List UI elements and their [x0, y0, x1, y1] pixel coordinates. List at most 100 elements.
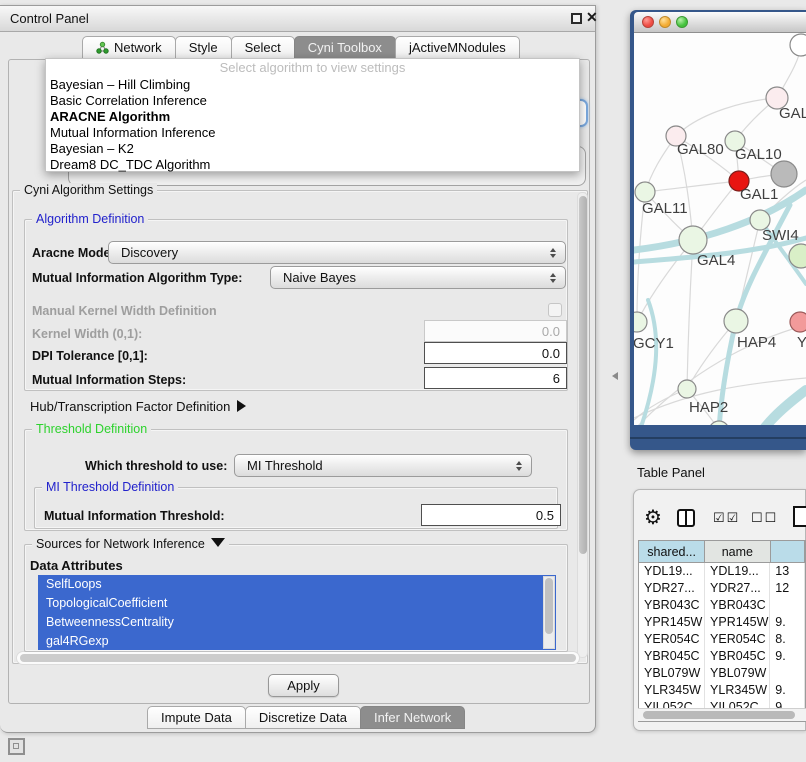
- node-hap2[interactable]: [678, 380, 696, 398]
- list-scroll-thumb[interactable]: [545, 578, 553, 634]
- node-hap4[interactable]: [724, 309, 748, 333]
- float-window-icon[interactable]: [571, 13, 582, 24]
- minimized-panel-icon[interactable]: [8, 738, 25, 755]
- close-traffic-light[interactable]: [642, 16, 654, 28]
- tab-impute-data[interactable]: Impute Data: [147, 706, 246, 729]
- control-panel-tabs: Network Style Select Cyni Toolbox jActiv…: [82, 36, 519, 59]
- mi-steps-label: Mutual Information Steps:: [32, 373, 186, 387]
- attribute-table[interactable]: shared... name YDL19... YDL19... 13 YDR2…: [638, 540, 806, 722]
- node-label: GAL11: [642, 200, 688, 217]
- table-row[interactable]: YBL079W YBL079W: [639, 665, 805, 682]
- node-gal4[interactable]: [679, 226, 707, 254]
- tab-network[interactable]: Network: [82, 36, 176, 59]
- tab-select[interactable]: Select: [231, 36, 295, 59]
- mi-type-select[interactable]: Naive Bayes: [270, 266, 566, 289]
- dropdown-item[interactable]: Bayesian – Hill Climbing: [46, 77, 579, 93]
- mi-type-value: Naive Bayes: [283, 270, 356, 285]
- stepper-icon: [550, 273, 556, 283]
- settings-group-title: Cyni Algorithm Settings: [20, 183, 157, 197]
- dropdown-item[interactable]: Bayesian – K2: [46, 141, 579, 157]
- manual-kernel-label: Manual Kernel Width Definition: [32, 304, 217, 318]
- table-row[interactable]: YBR045C YBR045C 9.: [639, 648, 805, 665]
- node-label: HAP4: [737, 334, 776, 351]
- mi-threshold-input[interactable]: [421, 504, 561, 526]
- window-frame-seam: [630, 437, 806, 439]
- mi-steps-input[interactable]: [424, 367, 567, 389]
- stepper-icon: [516, 461, 522, 471]
- node-label: GAL80: [677, 141, 724, 158]
- close-icon[interactable]: ✕: [586, 9, 598, 26]
- list-item[interactable]: SelfLoops: [38, 575, 556, 594]
- screen: Control Panel ✕ Network Style Select Cyn…: [0, 0, 806, 762]
- column-header[interactable]: shared...: [639, 541, 705, 563]
- list-item[interactable]: BetweennessCentrality: [38, 613, 556, 632]
- table-row[interactable]: YPR145W YPR145W 9.: [639, 614, 805, 631]
- tab-style[interactable]: Style: [175, 36, 232, 59]
- column-header[interactable]: [771, 541, 805, 563]
- collapse-down-icon: [211, 538, 225, 547]
- dropdown-item[interactable]: Basic Correlation Inference: [46, 93, 579, 109]
- stepper-icon: [550, 248, 556, 258]
- expand-right-icon: [237, 400, 246, 412]
- aracne-mode-value: Discovery: [121, 245, 178, 260]
- table-row[interactable]: YDR27... YDR27... 12: [639, 580, 805, 597]
- kernel-width-label: Kernel Width (0,1):: [32, 327, 142, 341]
- dropdown-placeholder: Select algorithm to view settings: [46, 59, 579, 77]
- table-row[interactable]: YBR043C YBR043C: [639, 597, 805, 614]
- dropdown-item-selected[interactable]: ARACNE Algorithm: [46, 109, 579, 125]
- node-label: GAL10: [735, 146, 782, 163]
- network-graph[interactable]: GAL GAL80 GAL10 GAL1 GAL11 SWI4 GAL4 GCY…: [634, 33, 806, 425]
- select-all-icon[interactable]: ☑☑: [713, 510, 740, 526]
- dropdown-item[interactable]: Dream8 DC_TDC Algorithm: [46, 157, 579, 173]
- algorithm-definition-title: Algorithm Definition: [32, 212, 148, 226]
- table-row[interactable]: YDL19... YDL19... 13: [639, 563, 805, 580]
- settings-vertical-scroll-thumb[interactable]: [579, 196, 587, 554]
- columns-icon[interactable]: [677, 509, 695, 527]
- document-icon[interactable]: [793, 506, 806, 527]
- node-label: HAP2: [689, 399, 728, 416]
- node[interactable]: [790, 34, 806, 56]
- apply-button[interactable]: Apply: [268, 674, 339, 697]
- tab-label: Network: [114, 40, 162, 55]
- data-attributes-list[interactable]: SelfLoops TopologicalCoefficient Between…: [38, 575, 556, 650]
- column-header[interactable]: name: [705, 541, 770, 563]
- list-item[interactable]: TopologicalCoefficient: [38, 594, 556, 613]
- minimize-traffic-light[interactable]: [659, 16, 671, 28]
- tab-cyni-toolbox[interactable]: Cyni Toolbox: [294, 36, 396, 59]
- sources-group-title[interactable]: Sources for Network Inference: [32, 537, 229, 551]
- node-gal11[interactable]: [635, 182, 655, 202]
- node-label: GCY1: [634, 335, 674, 352]
- node-gcy1[interactable]: [634, 312, 647, 332]
- aracne-mode-label: Aracne Mode:: [32, 246, 115, 260]
- node-label: GAL: [779, 105, 806, 122]
- table-horizontal-scroll-thumb[interactable]: [643, 711, 795, 719]
- network-icon: [96, 41, 109, 54]
- table-row[interactable]: YLR345W YLR345W 9.: [639, 682, 805, 699]
- aracne-mode-select[interactable]: Discovery: [108, 241, 566, 264]
- node-gray[interactable]: [771, 161, 797, 187]
- table-panel-title: Table Panel: [637, 465, 705, 480]
- tab-jactivemnodules[interactable]: jActiveMNodules: [395, 36, 520, 59]
- mi-type-label: Mutual Information Algorithm Type:: [32, 271, 242, 285]
- node[interactable]: [709, 421, 729, 425]
- node-salmon[interactable]: [790, 312, 806, 332]
- gear-icon[interactable]: ⚙: [644, 505, 662, 530]
- list-item[interactable]: gal4RGexp: [38, 632, 556, 650]
- splitter-handle-icon[interactable]: [612, 372, 618, 380]
- hub-definition-toggle[interactable]: Hub/Transcription Factor Definition: [30, 399, 246, 414]
- dropdown-item[interactable]: Mutual Information Inference: [46, 125, 579, 141]
- node-label: GAL1: [740, 186, 778, 203]
- table-row[interactable]: YER054C YER054C 8.: [639, 631, 805, 648]
- mi-threshold-label: Mutual Information Threshold:: [44, 509, 225, 523]
- deselect-all-icon[interactable]: ☐☐: [751, 510, 778, 526]
- tab-discretize-data[interactable]: Discretize Data: [245, 706, 361, 729]
- kernel-width-input[interactable]: [424, 320, 567, 342]
- control-panel-titlebar: [0, 6, 595, 32]
- which-threshold-select[interactable]: MI Threshold: [234, 454, 532, 477]
- manual-kernel-checkbox[interactable]: [548, 303, 562, 317]
- tab-infer-network[interactable]: Infer Network: [360, 706, 465, 729]
- zoom-traffic-light[interactable]: [676, 16, 688, 28]
- node-label: GAL4: [697, 252, 735, 269]
- settings-horizontal-scroll-thumb[interactable]: [20, 654, 576, 662]
- dpi-tolerance-input[interactable]: [424, 342, 567, 364]
